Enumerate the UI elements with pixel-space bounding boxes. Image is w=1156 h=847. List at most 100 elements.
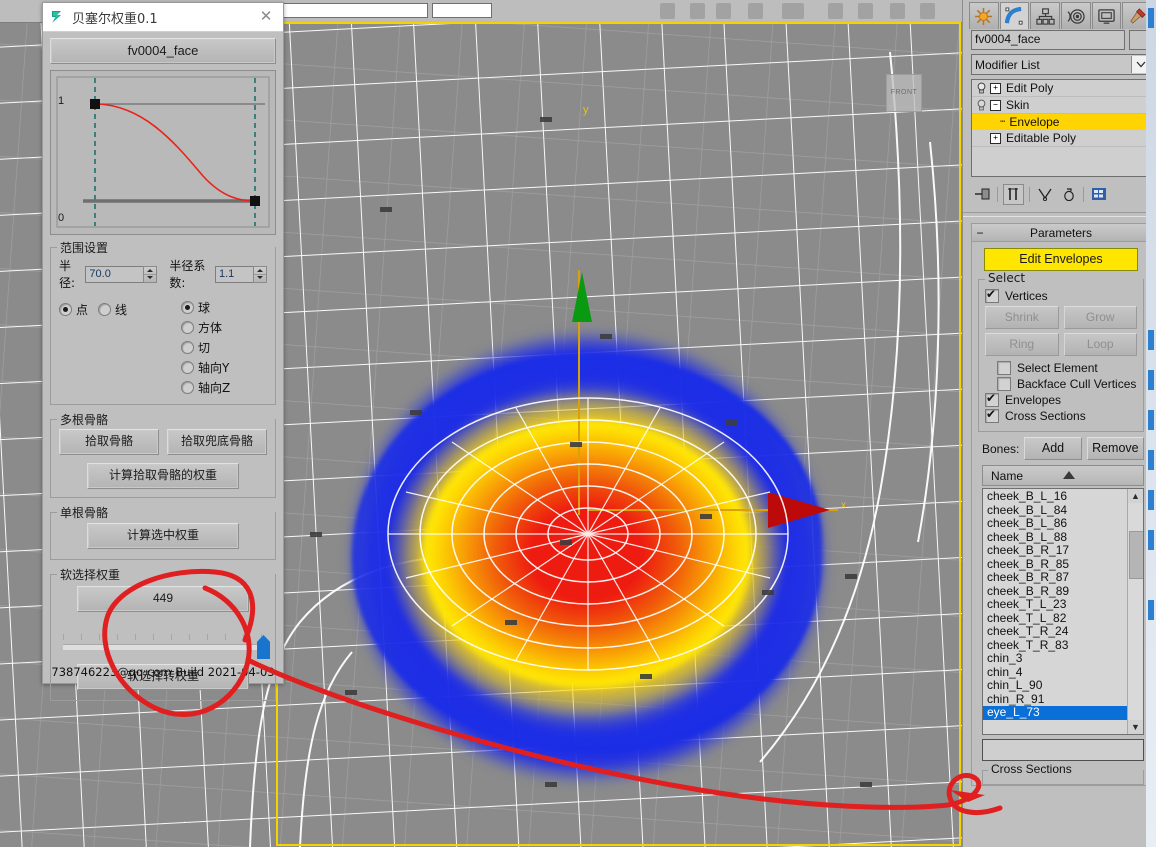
list-item[interactable]: cheek_T_L_23 — [983, 598, 1127, 612]
list-item[interactable]: cheek_T_L_82 — [983, 612, 1127, 626]
object-name-button[interactable]: fv0004_face — [50, 38, 276, 64]
display-tab[interactable] — [1092, 2, 1122, 29]
radio-sphere[interactable]: 球 — [181, 299, 267, 316]
bezier-weight-dialog[interactable]: 贝塞尔权重0.1 ✕ fv0004_face 1 0 范围设置 半径: — [42, 2, 284, 684]
vertices-checkbox[interactable]: Vertices — [985, 289, 1137, 303]
list-item-selected[interactable]: eye_L_73 — [983, 706, 1127, 720]
pin-stack-icon[interactable] — [973, 185, 992, 204]
radius-input[interactable]: 70.0 — [85, 266, 143, 283]
scroll-up-icon[interactable]: ▲ — [1128, 489, 1143, 503]
list-item[interactable]: chin_L_90 — [983, 679, 1127, 693]
configure-sets-icon[interactable] — [1089, 185, 1108, 204]
modifier-stack[interactable]: + Edit Poly − Skin ⋯ Envelope + Editable… — [971, 79, 1151, 177]
cross-sections-checkbox[interactable]: Cross Sections — [985, 409, 1137, 423]
list-item[interactable]: cheek_B_L_88 — [983, 531, 1127, 545]
radio-box[interactable]: 方体 — [181, 319, 267, 336]
select-element-checkbox[interactable]: Select Element — [997, 361, 1137, 375]
list-item[interactable]: cheek_T_R_24 — [983, 625, 1127, 639]
radius-spinner[interactable]: 70.0 — [85, 266, 157, 283]
backface-cull-checkbox[interactable]: Backface Cull Vertices — [997, 377, 1137, 391]
bone-list-header[interactable]: Name — [982, 465, 1144, 486]
stack-row-editable-poly[interactable]: + Editable Poly — [972, 130, 1150, 147]
toolbar-coord-icon[interactable] — [782, 3, 804, 19]
sort-ascending-icon[interactable] — [1063, 471, 1075, 479]
toolbar-scale-icon[interactable] — [748, 3, 763, 19]
list-item[interactable]: chin_4 — [983, 666, 1127, 680]
hierarchy-tab[interactable] — [1030, 2, 1060, 29]
list-item[interactable]: chin_3 — [983, 652, 1127, 666]
bezier-curve-graph[interactable]: 1 0 — [50, 70, 276, 235]
list-item[interactable]: cheek_B_L_84 — [983, 504, 1127, 518]
close-icon[interactable]: ✕ — [251, 4, 281, 30]
modifier-list-dropdown[interactable]: Modifier List — [971, 54, 1151, 75]
remove-bone-button[interactable]: Remove — [1087, 437, 1144, 460]
list-item[interactable]: cheek_B_R_87 — [983, 571, 1127, 585]
list-item[interactable]: chin_R_91 — [983, 693, 1127, 707]
make-unique-icon[interactable] — [1035, 185, 1054, 204]
bone-name-input[interactable] — [982, 739, 1144, 761]
radio-axis-z[interactable]: 轴向Z — [181, 379, 267, 396]
scroll-down-icon[interactable]: ▼ — [1128, 720, 1143, 734]
hammer-icon — [1128, 7, 1147, 26]
stack-row-envelope[interactable]: ⋯ Envelope — [972, 114, 1150, 130]
stack-row-skin[interactable]: − Skin — [972, 97, 1150, 114]
toolbar-snap-icon[interactable] — [828, 3, 843, 19]
edit-envelopes-button[interactable]: Edit Envelopes — [984, 248, 1138, 271]
slider-track[interactable] — [63, 644, 263, 650]
stack-expander-editable-poly[interactable]: + — [990, 133, 1001, 144]
command-panel-tabs[interactable] — [963, 0, 1156, 28]
stack-row-edit-poly[interactable]: + Edit Poly — [972, 80, 1150, 97]
radio-axis-y[interactable]: 轴向Y — [181, 359, 267, 376]
lightbulb-off-icon[interactable] — [976, 99, 987, 111]
dialog-title-bar[interactable]: 贝塞尔权重0.1 ✕ — [43, 3, 283, 32]
bone-list-items[interactable]: cheek_B_L_16 cheek_B_L_84 cheek_B_L_86 c… — [983, 489, 1127, 734]
object-name-row[interactable]: fv0004_face — [963, 28, 1156, 50]
toolbar-align-icon[interactable] — [920, 3, 935, 19]
command-panel[interactable]: fv0004_face Modifier List + Edit Poly − … — [962, 0, 1156, 847]
radius-factor-input[interactable]: 1.1 — [215, 266, 253, 283]
toolbar-mirror-icon[interactable] — [890, 3, 905, 19]
list-item[interactable]: cheek_B_L_16 — [983, 490, 1127, 504]
toolbar-secondary-field[interactable] — [432, 3, 492, 18]
toolbar-move-icon[interactable] — [690, 3, 705, 19]
toolbar-select-icon[interactable] — [660, 3, 675, 19]
calc-picked-weight-button[interactable]: 计算拾取骨骼的权重 — [87, 463, 239, 489]
list-item[interactable]: cheek_B_R_85 — [983, 558, 1127, 572]
bone-list-scrollbar[interactable]: ▲ ▼ — [1127, 489, 1143, 734]
create-tab[interactable] — [969, 2, 999, 29]
list-item[interactable]: cheek_B_R_17 — [983, 544, 1127, 558]
lightbulb-icon[interactable] — [976, 82, 987, 94]
bone-list[interactable]: cheek_B_L_16 cheek_B_L_84 cheek_B_L_86 c… — [982, 488, 1144, 735]
radius-spinner-arrows[interactable] — [143, 266, 157, 283]
show-end-result-icon[interactable] — [1003, 184, 1024, 205]
rollout-collapse-icon[interactable]: − — [972, 226, 988, 240]
remove-modifier-icon[interactable] — [1059, 185, 1078, 204]
pick-fallback-bone-button[interactable]: 拾取兜底骨骼 — [167, 429, 267, 455]
object-name-field[interactable]: fv0004_face — [971, 30, 1125, 50]
scrollbar-thumb[interactable] — [1129, 531, 1144, 579]
toolbar-angle-snap-icon[interactable] — [858, 3, 873, 19]
list-item[interactable]: cheek_T_R_83 — [983, 639, 1127, 653]
radio-point[interactable]: 点 — [59, 301, 88, 318]
stack-expander-edit-poly[interactable]: + — [990, 83, 1001, 94]
radius-factor-spinner-arrows[interactable] — [253, 266, 267, 283]
list-item[interactable]: cheek_B_L_86 — [983, 517, 1127, 531]
pick-bone-button[interactable]: 拾取骨骼 — [59, 429, 159, 455]
list-item[interactable]: cheek_B_R_89 — [983, 585, 1127, 599]
radius-factor-spinner[interactable]: 1.1 — [215, 266, 267, 283]
envelopes-checkbox[interactable]: Envelopes — [985, 393, 1137, 407]
radio-tangent[interactable]: 切 — [181, 339, 267, 356]
soft-select-count-field[interactable]: 449 — [77, 586, 249, 612]
modify-tab[interactable] — [1000, 2, 1030, 29]
toolbar-rotate-icon[interactable] — [716, 3, 731, 19]
rollout-header[interactable]: − Parameters — [972, 224, 1150, 242]
parameters-rollout[interactable]: − Parameters Edit Envelopes Select Verti… — [971, 223, 1151, 786]
stack-expander-skin[interactable]: − — [990, 100, 1001, 111]
right-edge-strip[interactable] — [1146, 0, 1156, 847]
modifier-stack-toolbar[interactable] — [971, 180, 1151, 208]
radio-line[interactable]: 线 — [98, 301, 127, 318]
add-bone-button[interactable]: Add — [1024, 437, 1081, 460]
soft-select-slider[interactable] — [59, 626, 267, 658]
calc-selected-weight-button[interactable]: 计算选中权重 — [87, 523, 239, 549]
motion-tab[interactable] — [1061, 2, 1091, 29]
